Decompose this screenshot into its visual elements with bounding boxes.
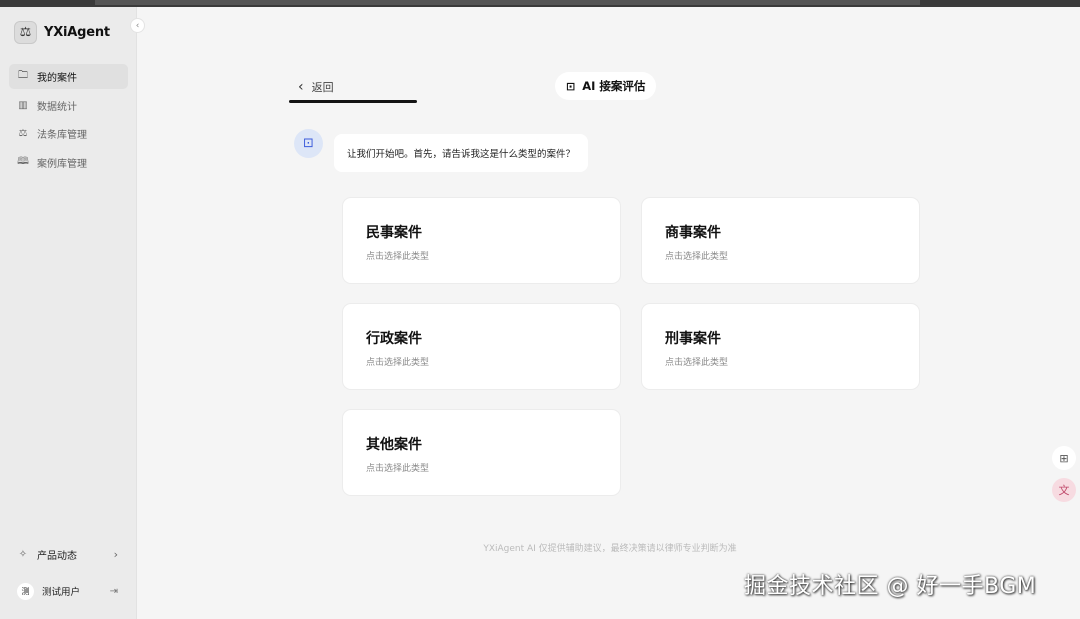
card-subtitle: 点击选择此类型 bbox=[665, 358, 729, 368]
bot-avatar: ⊡ bbox=[294, 129, 323, 158]
product-news-item[interactable]: ✧ 产品动态 › bbox=[9, 540, 128, 568]
back-label: 返回 bbox=[311, 81, 334, 94]
page-title: ⊡ AI 接案评估 bbox=[555, 72, 657, 100]
scale-logo-icon: ⚖ bbox=[14, 21, 37, 44]
back-button[interactable]: ‹ 返回 bbox=[289, 74, 334, 100]
card-subtitle: 点击选择此类型 bbox=[366, 252, 430, 262]
main-content: ‹ 返回 ⊡ AI 接案评估 ⊡ 让我们开始吧。首先，请告诉我这是什么类型的案件… bbox=[137, 7, 1080, 619]
sparkle-icon: ✧ bbox=[18, 548, 28, 560]
translate-icon[interactable]: 文 bbox=[1052, 478, 1076, 502]
scale-icon: ⚖ bbox=[18, 128, 28, 139]
sidebar-item-label: 法条库管理 bbox=[37, 130, 87, 141]
card-title: 商事案件 bbox=[665, 225, 721, 241]
sidebar: ⚖ YXiAgent 🗀 我的案件 ▥ 数据统计 ⚖ 法条库管理 🕮 案例库管理… bbox=[0, 7, 137, 619]
watermark: 掘金技术社区 @ 好一手BGM bbox=[744, 574, 1037, 599]
sidebar-item-case-library[interactable]: 🕮 案例库管理 bbox=[9, 150, 128, 175]
user-name: 测试用户 bbox=[42, 587, 81, 598]
sidebar-item-my-cases[interactable]: 🗀 我的案件 bbox=[9, 64, 128, 89]
sidebar-nav: 🗀 我的案件 ▥ 数据统计 ⚖ 法条库管理 🕮 案例库管理 bbox=[9, 64, 128, 178]
window-top-bar bbox=[0, 0, 1080, 7]
window-top-bar-inner bbox=[95, 0, 920, 5]
card-title: 其他案件 bbox=[366, 437, 422, 453]
case-type-card-commercial[interactable]: 商事案件 点击选择此类型 bbox=[641, 197, 920, 284]
page-title-text: AI 接案评估 bbox=[582, 79, 646, 93]
brand[interactable]: ⚖ YXiAgent bbox=[14, 21, 110, 44]
card-subtitle: 点击选择此类型 bbox=[366, 358, 430, 368]
logout-icon[interactable]: ⇥ bbox=[110, 586, 118, 597]
chevron-right-icon: › bbox=[113, 547, 118, 561]
sidebar-item-statistics[interactable]: ▥ 数据统计 bbox=[9, 93, 128, 118]
sidebar-item-label: 案例库管理 bbox=[37, 158, 87, 170]
card-title: 行政案件 bbox=[366, 331, 422, 347]
back-underline bbox=[289, 100, 417, 103]
brand-name: YXiAgent bbox=[44, 25, 110, 40]
avatar: 测 bbox=[17, 582, 34, 600]
case-type-card-administrative[interactable]: 行政案件 点击选择此类型 bbox=[342, 303, 621, 390]
chevron-left-icon: ‹ bbox=[298, 79, 304, 95]
card-title: 刑事案件 bbox=[665, 331, 721, 347]
card-title: 民事案件 bbox=[366, 225, 422, 241]
case-type-card-criminal[interactable]: 刑事案件 点击选择此类型 bbox=[641, 303, 920, 390]
sidebar-item-label: 我的案件 bbox=[37, 73, 77, 84]
folder-icon: 🗀 bbox=[18, 70, 28, 81]
sidebar-item-label: 数据统计 bbox=[37, 101, 77, 113]
disclaimer: YXiAgent AI 仅提供辅助建议，最终决策请以律师专业判断为准 bbox=[483, 544, 737, 554]
bar-chart-icon: ▥ bbox=[18, 99, 28, 111]
robot-icon: ⊡ bbox=[303, 136, 314, 151]
robot-icon: ⊡ bbox=[566, 79, 576, 93]
chat-message-bubble: 让我们开始吧。首先，请告诉我这是什么类型的案件？ bbox=[334, 134, 589, 172]
user-profile[interactable]: 测 测试用户 ⇥ bbox=[9, 577, 128, 605]
product-news-label: 产品动态 bbox=[37, 550, 77, 562]
collapse-sidebar-button[interactable]: ‹ bbox=[130, 18, 145, 33]
case-type-card-other[interactable]: 其他案件 点击选择此类型 bbox=[342, 409, 621, 496]
card-subtitle: 点击选择此类型 bbox=[366, 464, 430, 474]
apps-icon[interactable]: ⊞ bbox=[1052, 446, 1076, 470]
chat-message-text: 让我们开始吧。首先，请告诉我这是什么类型的案件？ bbox=[347, 149, 576, 160]
book-icon: 🕮 bbox=[17, 155, 29, 167]
case-type-card-civil[interactable]: 民事案件 点击选择此类型 bbox=[342, 197, 621, 284]
card-subtitle: 点击选择此类型 bbox=[665, 252, 729, 262]
sidebar-item-law-library[interactable]: ⚖ 法条库管理 bbox=[9, 121, 128, 146]
